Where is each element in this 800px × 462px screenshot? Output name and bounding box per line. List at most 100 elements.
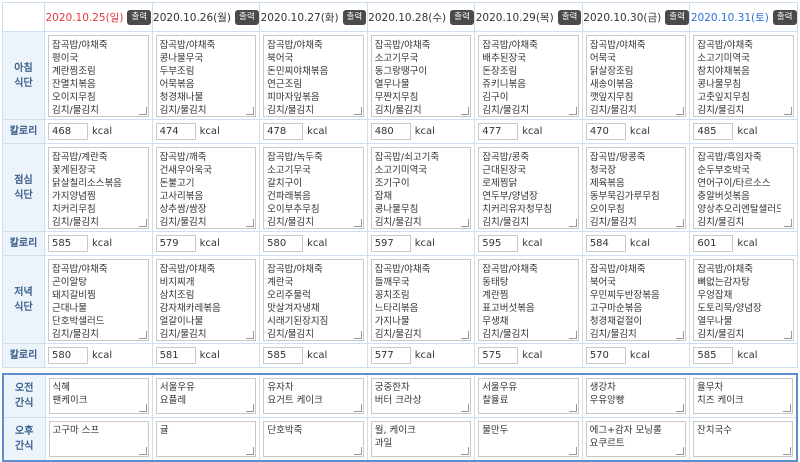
- print-button[interactable]: 출력: [772, 9, 797, 25]
- calorie-input[interactable]: 595: [478, 235, 519, 252]
- calorie-input[interactable]: 485: [693, 123, 734, 140]
- snack-textarea[interactable]: 서울우유 요플레: [155, 378, 257, 414]
- snack-textarea[interactable]: 궁중한차 버터 크라상: [370, 378, 472, 414]
- menu-textarea[interactable]: 잡곡밥/야채죽 비지찌개 삼치조림 감자채카레볶음 얼갈이나물 김치/물김치: [155, 259, 257, 341]
- resize-handle-icon[interactable]: [461, 107, 470, 115]
- menu-textarea[interactable]: 잡곡밥/야채죽 소고기미역국 참치야채볶음 콩나물무침 고춧잎지무침 김치/물김치: [693, 35, 794, 117]
- resize-handle-icon[interactable]: [783, 404, 791, 412]
- resize-handle-icon[interactable]: [138, 107, 147, 115]
- resize-handle-icon[interactable]: [353, 219, 362, 227]
- resize-handle-icon[interactable]: [246, 331, 255, 339]
- resize-handle-icon[interactable]: [138, 404, 147, 412]
- calorie-cell: 477 kcal: [474, 119, 583, 144]
- calorie-input[interactable]: 575: [478, 347, 519, 364]
- calorie-input[interactable]: 570: [585, 347, 626, 364]
- menu-textarea[interactable]: 잡곡밥/야채죽 곤이알탕 돼지갈비찜 근대나물 단호박샐러드 김치/물김치: [48, 259, 149, 341]
- menu-textarea[interactable]: 잡곡밥/야채죽 동태탕 계란찜 표고버섯볶음 무생채 김치/물김치: [478, 259, 579, 341]
- resize-handle-icon[interactable]: [246, 447, 255, 455]
- menu-textarea[interactable]: 잡곡밥/야채죽 계란국 오리주물럭 맛살겨자냉채 시래기된장지짐 김치/물김치: [263, 259, 364, 341]
- resize-handle-icon[interactable]: [461, 219, 470, 227]
- resize-handle-icon[interactable]: [461, 447, 470, 455]
- snack-textarea[interactable]: 단호박죽: [263, 421, 364, 457]
- menu-textarea[interactable]: 잡곡밥/야채죽 콩나물무국 두부조림 어묵볶음 청경채나물 김치/물김치: [155, 35, 257, 117]
- snack-textarea[interactable]: 식혜 팬케이크: [48, 378, 149, 414]
- calorie-input[interactable]: 468: [48, 123, 88, 140]
- resize-handle-icon[interactable]: [353, 331, 362, 339]
- resize-handle-icon[interactable]: [138, 331, 147, 339]
- print-button[interactable]: 출력: [235, 9, 259, 25]
- resize-handle-icon[interactable]: [568, 404, 577, 412]
- menu-textarea[interactable]: 잡곡밥/야채죽 들깨무국 꽁치조림 느타리볶음 가지나물 김치/물김치: [370, 259, 472, 341]
- resize-handle-icon[interactable]: [784, 107, 792, 115]
- resize-handle-icon[interactable]: [676, 219, 685, 227]
- resize-handle-icon[interactable]: [568, 331, 577, 339]
- calorie-input[interactable]: 584: [585, 235, 626, 252]
- calorie-input[interactable]: 585: [48, 235, 88, 252]
- resize-handle-icon[interactable]: [568, 107, 577, 115]
- snack-textarea[interactable]: 에그+감자 모닝롤 요쿠르트: [585, 421, 687, 457]
- calorie-input[interactable]: 477: [478, 123, 519, 140]
- resize-handle-icon[interactable]: [353, 404, 362, 412]
- menu-textarea[interactable]: 잡곡밥/콩죽 근대된장국 로제찜닭 연두부/양념장 치커리유자청무침 김치/물김치: [478, 147, 579, 229]
- resize-handle-icon[interactable]: [568, 447, 577, 455]
- resize-handle-icon[interactable]: [246, 107, 255, 115]
- snack-textarea[interactable]: 유자차 요거트 케이크: [263, 378, 364, 414]
- resize-handle-icon[interactable]: [676, 447, 685, 455]
- menu-textarea[interactable]: 잡곡밥/녹두죽 소고기무국 갈치구이 건파래볶음 오이부추무침 김치/물김치: [263, 147, 364, 229]
- resize-handle-icon[interactable]: [784, 219, 792, 227]
- snack-textarea[interactable]: 서울우유 찰율료: [478, 378, 579, 414]
- calorie-input[interactable]: 597: [370, 235, 411, 252]
- calorie-input[interactable]: 470: [585, 123, 626, 140]
- calorie-input[interactable]: 474: [155, 123, 196, 140]
- resize-handle-icon[interactable]: [568, 219, 577, 227]
- calorie-input[interactable]: 581: [155, 347, 196, 364]
- resize-handle-icon[interactable]: [783, 447, 791, 455]
- snack-textarea[interactable]: 율무차 치즈 케이크: [693, 378, 793, 414]
- resize-handle-icon[interactable]: [676, 107, 685, 115]
- menu-item: 김치/물김치: [374, 217, 422, 228]
- resize-handle-icon[interactable]: [461, 404, 470, 412]
- menu-textarea[interactable]: 잡곡밥/야채죽 어묵국 닭살장조림 새송이볶음 깻잎지무침 김치/물김치: [585, 35, 687, 117]
- calorie-input[interactable]: 577: [370, 347, 411, 364]
- snack-textarea[interactable]: 고구마 스프: [48, 421, 149, 457]
- calorie-input[interactable]: 585: [263, 347, 304, 364]
- resize-handle-icon[interactable]: [138, 447, 147, 455]
- snack-textarea[interactable]: 생강차 우유앙빵: [585, 378, 687, 414]
- menu-textarea[interactable]: 잡곡밥/쇠고기죽 소고기미역국 조기구이 잡채 콩나물무침 김치/물김치: [370, 147, 472, 229]
- calorie-input[interactable]: 579: [155, 235, 196, 252]
- menu-textarea[interactable]: 잡곡밥/야채죽 뼈없는감자탕 우엉잡채 도토리묵/양념장 열무나물 김치/물김치: [693, 259, 794, 341]
- resize-handle-icon[interactable]: [461, 331, 470, 339]
- print-button[interactable]: 출력: [342, 9, 367, 25]
- resize-handle-icon[interactable]: [353, 447, 362, 455]
- menu-textarea[interactable]: 잡곡밥/계란죽 꽃게된장국 닭살칠리소스볶음 가지양념찜 치커리무침 김치/물김치: [48, 147, 149, 229]
- calorie-input[interactable]: 478: [263, 123, 304, 140]
- snack-textarea[interactable]: 물만두: [478, 421, 579, 457]
- calorie-input[interactable]: 480: [370, 123, 411, 140]
- menu-textarea[interactable]: 잡곡밥/야채죽 북어국 돈민찌야채볶음 연근조림 피마자잎볶음 김치/물김치: [263, 35, 364, 117]
- print-button[interactable]: 출력: [557, 9, 582, 25]
- menu-textarea[interactable]: 잡곡밥/야채죽 배추된장국 돈장조림 쥬키니볶음 김구이 김치/물김치: [478, 35, 579, 117]
- snack-textarea[interactable]: 월, 케이크 과일: [370, 421, 472, 457]
- calorie-input[interactable]: 580: [263, 235, 304, 252]
- print-button[interactable]: 출력: [665, 9, 689, 25]
- resize-handle-icon[interactable]: [676, 404, 685, 412]
- menu-textarea[interactable]: 잡곡밥/야채죽 평이국 계란찜조림 잔멸치볶음 오이지무침 김치/물김치: [48, 35, 149, 117]
- resize-handle-icon[interactable]: [246, 404, 255, 412]
- calorie-input[interactable]: 580: [48, 347, 88, 364]
- menu-textarea[interactable]: 잡곡밥/땅콩죽 청국장 제육볶음 동부묵김가루무침 오이무침 김치/물김치: [585, 147, 687, 229]
- print-button[interactable]: 출력: [450, 9, 474, 25]
- calorie-input[interactable]: 585: [693, 347, 734, 364]
- resize-handle-icon[interactable]: [246, 219, 255, 227]
- snack-textarea[interactable]: 잔치국수: [693, 421, 793, 457]
- menu-textarea[interactable]: 잡곡밥/야채죽 소고기무국 동그랑땡구이 열무나물 무짠지무침 김치/물김치: [370, 35, 472, 117]
- menu-textarea[interactable]: 잡곡밥/흑임자죽 순두부호박국 연어구이/타르소스 충알버섯볶음 양상추오리엔탈샐러드 김…: [693, 147, 794, 229]
- calorie-input[interactable]: 601: [693, 235, 734, 252]
- resize-handle-icon[interactable]: [784, 331, 792, 339]
- resize-handle-icon[interactable]: [676, 331, 685, 339]
- snack-textarea[interactable]: 귤: [155, 421, 257, 457]
- resize-handle-icon[interactable]: [353, 107, 362, 115]
- resize-handle-icon[interactable]: [138, 219, 147, 227]
- menu-textarea[interactable]: 잡곡밥/깨죽 건새우아욱국 돈불고기 고사리볶음 상추쌈/쌈장 김치/물김치: [155, 147, 257, 229]
- print-button[interactable]: 출력: [127, 9, 152, 25]
- menu-textarea[interactable]: 잡곡밥/야채죽 북어국 우민찌두반장볶음 고구마순볶음 청경채겉절이 김치/물김치: [585, 259, 687, 341]
